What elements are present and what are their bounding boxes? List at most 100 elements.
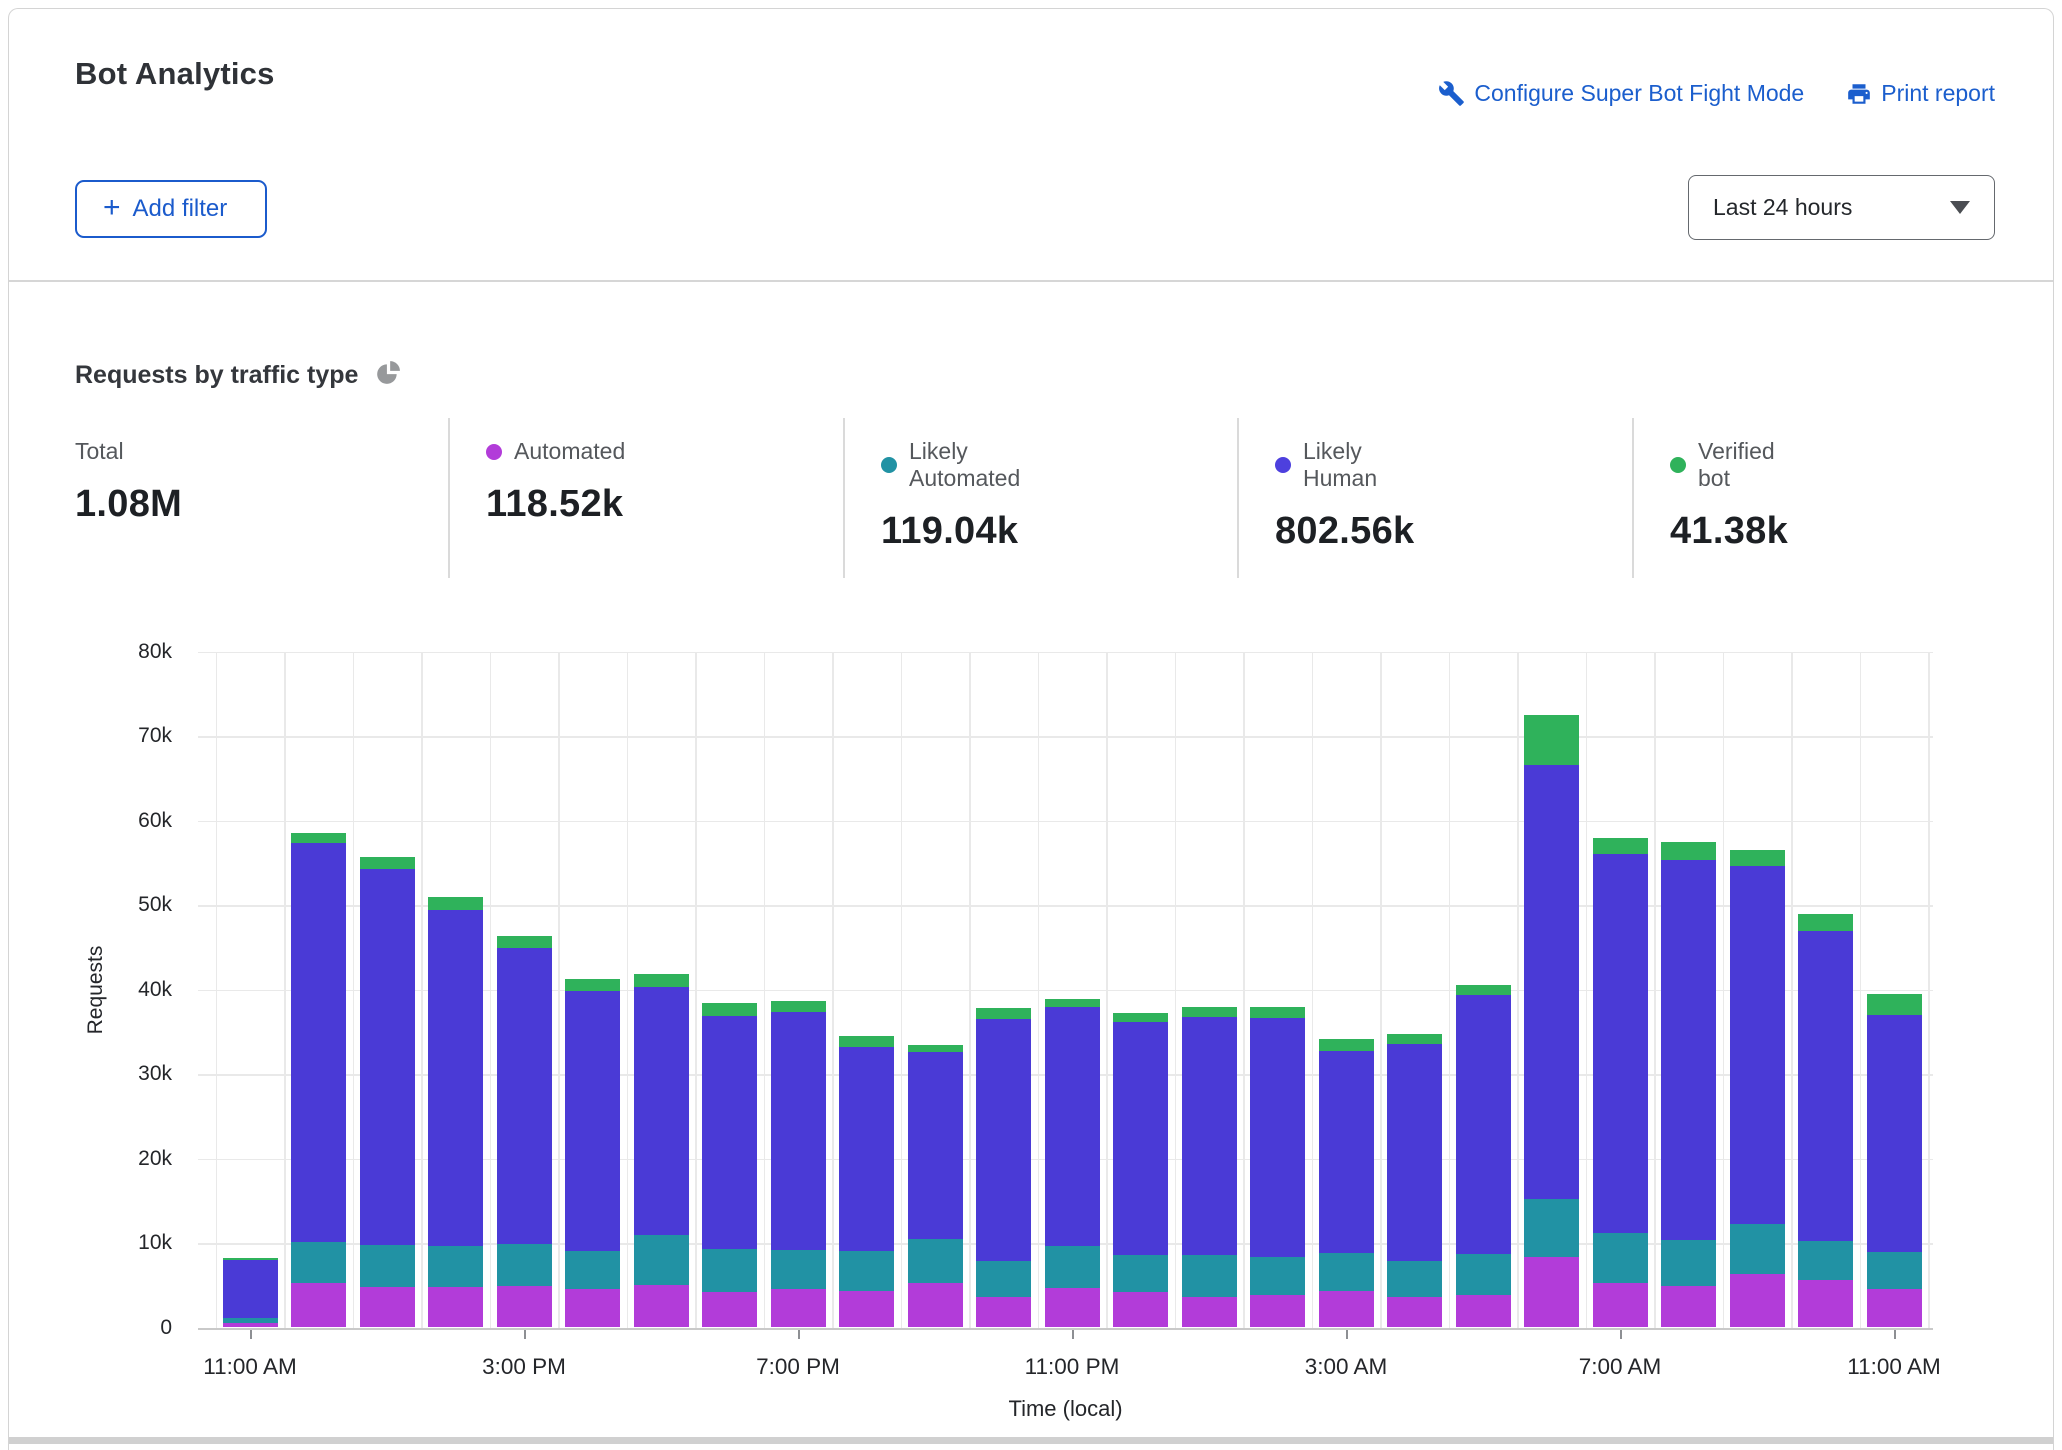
bar-segment-verified-bot[interactable] [702, 1003, 757, 1016]
bar-segment-verified-bot[interactable] [428, 897, 483, 911]
bar-segment-automated[interactable] [291, 1283, 346, 1328]
bar-segment-automated[interactable] [1593, 1283, 1648, 1328]
bar-segment-likely-automated[interactable] [1524, 1199, 1579, 1256]
bar-segment-likely-automated[interactable] [1250, 1257, 1305, 1295]
bar-segment-automated[interactable] [1730, 1274, 1785, 1327]
bar-segment-likely-human[interactable] [291, 843, 346, 1242]
bar-segment-likely-automated[interactable] [1113, 1255, 1168, 1292]
bar-segment-verified-bot[interactable] [1250, 1007, 1305, 1017]
bar-segment-verified-bot[interactable] [1387, 1034, 1442, 1044]
bar-segment-verified-bot[interactable] [771, 1001, 826, 1012]
bar-segment-automated[interactable] [908, 1283, 963, 1328]
bar-segment-likely-human[interactable] [223, 1260, 278, 1318]
bar-segment-likely-automated[interactable] [634, 1235, 689, 1285]
bar-segment-likely-human[interactable] [1182, 1017, 1237, 1255]
bar-segment-likely-automated[interactable] [702, 1249, 757, 1292]
bar-segment-verified-bot[interactable] [1661, 842, 1716, 860]
bar-segment-verified-bot[interactable] [565, 979, 620, 991]
bar-segment-verified-bot[interactable] [1593, 838, 1648, 854]
bar-segment-likely-automated[interactable] [1730, 1224, 1785, 1275]
bar-segment-automated[interactable] [1867, 1289, 1922, 1328]
bar-segment-likely-human[interactable] [1045, 1007, 1100, 1247]
bar-segment-likely-human[interactable] [1250, 1018, 1305, 1257]
bar-segment-likely-automated[interactable] [1045, 1246, 1100, 1287]
bar-segment-likely-human[interactable] [771, 1012, 826, 1249]
bar-segment-likely-human[interactable] [1661, 860, 1716, 1240]
bar-segment-likely-automated[interactable] [565, 1251, 620, 1289]
bar-segment-automated[interactable] [360, 1287, 415, 1328]
bar-segment-likely-automated[interactable] [1387, 1261, 1442, 1297]
bar-segment-automated[interactable] [223, 1323, 278, 1327]
bar-segment-automated[interactable] [976, 1297, 1031, 1327]
bar-segment-likely-human[interactable] [1593, 854, 1648, 1233]
bar-segment-verified-bot[interactable] [976, 1008, 1031, 1019]
bar-segment-likely-automated[interactable] [908, 1239, 963, 1283]
bar-segment-likely-automated[interactable] [291, 1242, 346, 1283]
bar-segment-automated[interactable] [839, 1291, 894, 1327]
bar-segment-likely-automated[interactable] [839, 1251, 894, 1291]
bar-segment-automated[interactable] [1387, 1297, 1442, 1327]
bar-segment-likely-automated[interactable] [1593, 1233, 1648, 1283]
bar-segment-likely-automated[interactable] [1798, 1241, 1853, 1281]
bar-segment-verified-bot[interactable] [1319, 1039, 1374, 1051]
bar-segment-likely-human[interactable] [360, 869, 415, 1245]
bar-segment-verified-bot[interactable] [1524, 715, 1579, 765]
bar-segment-likely-human[interactable] [497, 948, 552, 1244]
bar-segment-verified-bot[interactable] [1456, 985, 1511, 994]
bar-segment-automated[interactable] [1661, 1286, 1716, 1327]
bar-segment-likely-automated[interactable] [1319, 1253, 1374, 1291]
bar-segment-likely-human[interactable] [1524, 765, 1579, 1199]
bar-segment-likely-human[interactable] [428, 910, 483, 1246]
bar-segment-likely-human[interactable] [908, 1052, 963, 1239]
bar-segment-likely-human[interactable] [1456, 995, 1511, 1254]
bar-segment-automated[interactable] [1250, 1295, 1305, 1328]
bar-segment-verified-bot[interactable] [1182, 1007, 1237, 1016]
bar-segment-automated[interactable] [1456, 1295, 1511, 1328]
bar-segment-likely-human[interactable] [976, 1019, 1031, 1261]
bar-segment-verified-bot[interactable] [908, 1045, 963, 1052]
bar-segment-verified-bot[interactable] [497, 936, 552, 949]
bar-segment-likely-human[interactable] [565, 991, 620, 1251]
bar-segment-automated[interactable] [565, 1289, 620, 1328]
bar-segment-likely-automated[interactable] [360, 1245, 415, 1287]
bar-segment-automated[interactable] [1319, 1291, 1374, 1327]
bar-segment-likely-automated[interactable] [428, 1246, 483, 1287]
bar-segment-verified-bot[interactable] [1730, 850, 1785, 866]
bar-segment-automated[interactable] [1045, 1288, 1100, 1328]
bar-segment-likely-human[interactable] [1387, 1044, 1442, 1261]
bar-segment-likely-automated[interactable] [771, 1250, 826, 1290]
bar-segment-automated[interactable] [1798, 1280, 1853, 1327]
bar-segment-verified-bot[interactable] [291, 833, 346, 843]
bar-segment-likely-human[interactable] [1798, 931, 1853, 1241]
bar-segment-likely-automated[interactable] [976, 1261, 1031, 1297]
bar-segment-likely-human[interactable] [702, 1016, 757, 1249]
bar-segment-verified-bot[interactable] [1798, 914, 1853, 931]
bar-segment-likely-automated[interactable] [1182, 1255, 1237, 1297]
bar-segment-automated[interactable] [634, 1285, 689, 1327]
bar-segment-automated[interactable] [1113, 1292, 1168, 1327]
bar-segment-automated[interactable] [428, 1287, 483, 1328]
bar-segment-likely-automated[interactable] [497, 1244, 552, 1286]
bar-segment-likely-human[interactable] [839, 1047, 894, 1251]
bar-segment-verified-bot[interactable] [360, 857, 415, 869]
bar-segment-automated[interactable] [1182, 1297, 1237, 1327]
bar-segment-likely-automated[interactable] [1456, 1254, 1511, 1295]
bar-segment-verified-bot[interactable] [223, 1258, 278, 1260]
bar-segment-verified-bot[interactable] [1113, 1013, 1168, 1021]
bar-segment-likely-human[interactable] [1113, 1022, 1168, 1255]
bar-segment-verified-bot[interactable] [1045, 999, 1100, 1007]
bar-segment-likely-human[interactable] [634, 987, 689, 1235]
bar-segment-automated[interactable] [497, 1286, 552, 1327]
bar-segment-likely-automated[interactable] [1867, 1252, 1922, 1288]
bar-segment-likely-human[interactable] [1867, 1015, 1922, 1252]
bar-segment-verified-bot[interactable] [634, 974, 689, 988]
bar-segment-verified-bot[interactable] [1867, 994, 1922, 1015]
bar-segment-likely-human[interactable] [1319, 1051, 1374, 1253]
bar-segment-automated[interactable] [702, 1292, 757, 1327]
bar-segment-automated[interactable] [1524, 1257, 1579, 1328]
bar-segment-likely-automated[interactable] [223, 1318, 278, 1323]
bar-segment-likely-human[interactable] [1730, 866, 1785, 1223]
bar-segment-likely-automated[interactable] [1661, 1240, 1716, 1286]
bar-segment-automated[interactable] [771, 1289, 826, 1327]
bar-segment-verified-bot[interactable] [839, 1036, 894, 1047]
